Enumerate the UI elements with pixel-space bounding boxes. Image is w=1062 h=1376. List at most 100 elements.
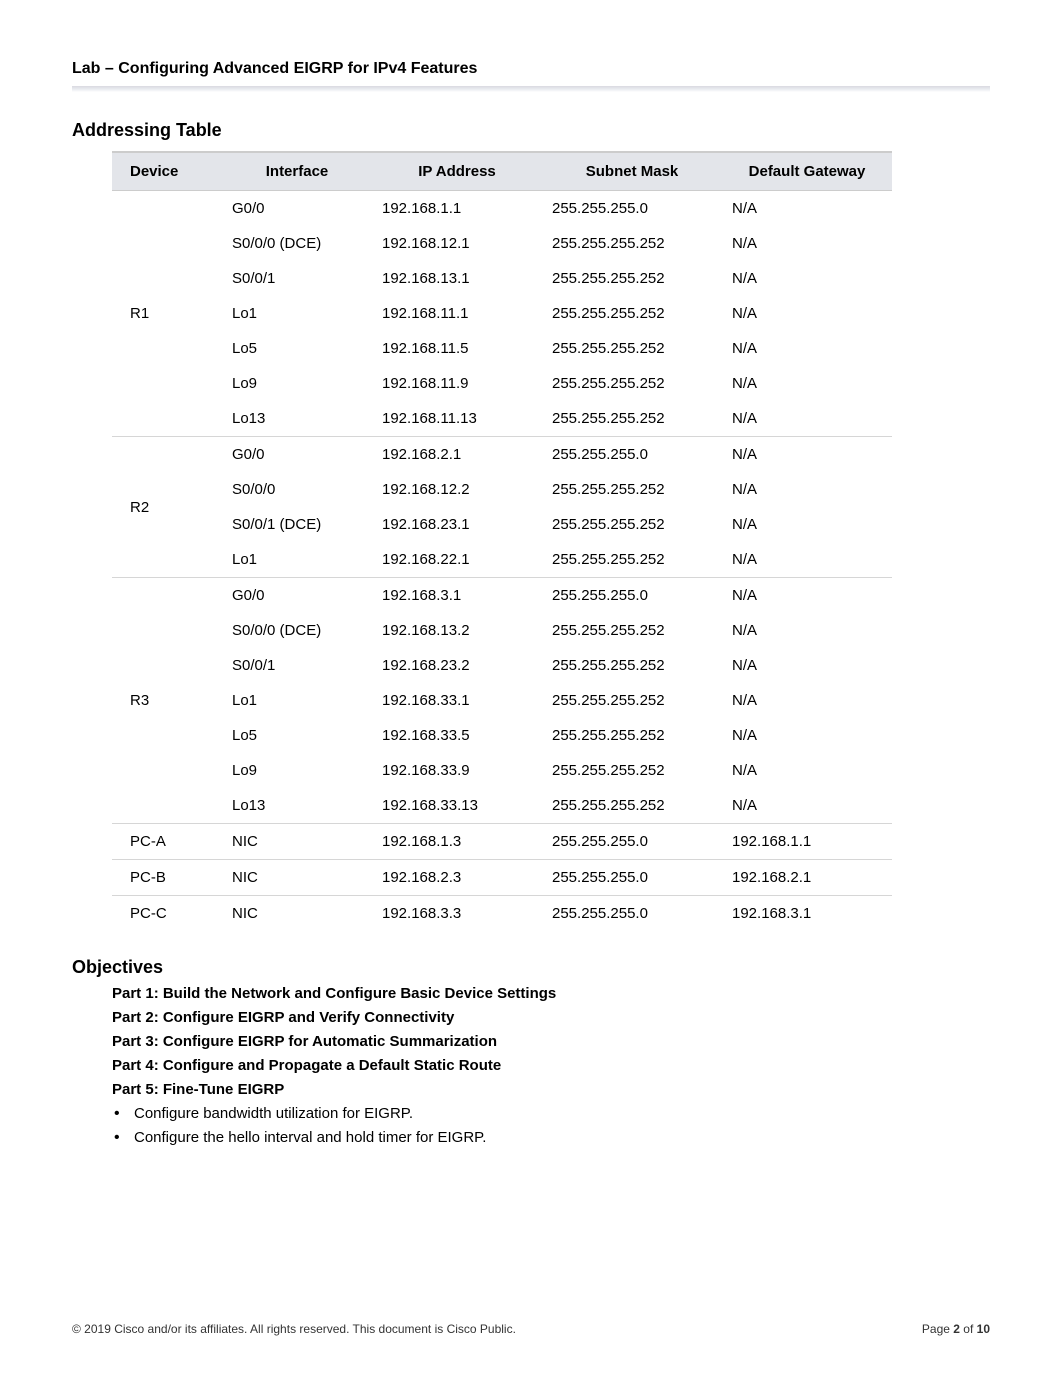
cell-interface: NIC bbox=[222, 896, 372, 932]
cell-mask: 255.255.255.252 bbox=[542, 613, 722, 648]
cell-ip: 192.168.12.1 bbox=[372, 226, 542, 261]
cell-device: R2 bbox=[112, 437, 222, 578]
cell-gateway: N/A bbox=[722, 718, 892, 753]
cell-gateway: N/A bbox=[722, 753, 892, 788]
cell-ip: 192.168.12.2 bbox=[372, 472, 542, 507]
cell-mask: 255.255.255.0 bbox=[542, 437, 722, 473]
cell-ip: 192.168.3.3 bbox=[372, 896, 542, 932]
cell-device: PC-B bbox=[112, 860, 222, 896]
cell-mask: 255.255.255.0 bbox=[542, 896, 722, 932]
cell-mask: 255.255.255.0 bbox=[542, 860, 722, 896]
table-row: Lo9192.168.11.9255.255.255.252N/A bbox=[112, 366, 892, 401]
cell-interface: Lo1 bbox=[222, 683, 372, 718]
cell-gateway: N/A bbox=[722, 683, 892, 718]
cell-ip: 192.168.33.9 bbox=[372, 753, 542, 788]
footer-page-num: 2 bbox=[953, 1322, 960, 1336]
cell-gateway: N/A bbox=[722, 191, 892, 227]
cell-interface: Lo9 bbox=[222, 753, 372, 788]
cell-mask: 255.255.255.252 bbox=[542, 648, 722, 683]
th-ip: IP Address bbox=[372, 152, 542, 191]
cell-ip: 192.168.11.5 bbox=[372, 331, 542, 366]
table-row: Lo9192.168.33.9255.255.255.252N/A bbox=[112, 753, 892, 788]
cell-interface: Lo13 bbox=[222, 401, 372, 437]
table-row: PC-BNIC192.168.2.3255.255.255.0192.168.2… bbox=[112, 860, 892, 896]
cell-interface: S0/0/1 (DCE) bbox=[222, 507, 372, 542]
table-row: S0/0/0192.168.12.2255.255.255.252N/A bbox=[112, 472, 892, 507]
cell-mask: 255.255.255.252 bbox=[542, 331, 722, 366]
cell-ip: 192.168.1.1 bbox=[372, 191, 542, 227]
cell-ip: 192.168.13.1 bbox=[372, 261, 542, 296]
cell-mask: 255.255.255.252 bbox=[542, 401, 722, 437]
cell-interface: NIC bbox=[222, 824, 372, 860]
cell-interface: G0/0 bbox=[222, 578, 372, 614]
footer-page: Page 2 of 10 bbox=[922, 1322, 990, 1336]
cell-mask: 255.255.255.252 bbox=[542, 261, 722, 296]
table-row: Lo5192.168.33.5255.255.255.252N/A bbox=[112, 718, 892, 753]
cell-ip: 192.168.33.13 bbox=[372, 788, 542, 824]
cell-interface: Lo13 bbox=[222, 788, 372, 824]
cell-gateway: N/A bbox=[722, 578, 892, 614]
cell-interface: Lo5 bbox=[222, 718, 372, 753]
objective-bullet: Configure bandwidth utilization for EIGR… bbox=[112, 1105, 990, 1122]
footer-page-of: of bbox=[960, 1322, 977, 1336]
table-body: R1G0/0192.168.1.1255.255.255.0N/AS0/0/0 … bbox=[112, 191, 892, 932]
footer-copyright: © 2019 Cisco and/or its affiliates. All … bbox=[72, 1322, 516, 1336]
table-row: Lo1192.168.11.1255.255.255.252N/A bbox=[112, 296, 892, 331]
table-row: Lo13192.168.11.13255.255.255.252N/A bbox=[112, 401, 892, 437]
table-row: S0/0/1192.168.23.2255.255.255.252N/A bbox=[112, 648, 892, 683]
table-row: PC-CNIC192.168.3.3255.255.255.0192.168.3… bbox=[112, 896, 892, 932]
footer-page-total: 10 bbox=[977, 1322, 990, 1336]
cell-gateway: N/A bbox=[722, 331, 892, 366]
cell-mask: 255.255.255.252 bbox=[542, 788, 722, 824]
cell-ip: 192.168.23.1 bbox=[372, 507, 542, 542]
cell-ip: 192.168.2.3 bbox=[372, 860, 542, 896]
cell-gateway: 192.168.3.1 bbox=[722, 896, 892, 932]
cell-interface: S0/0/0 (DCE) bbox=[222, 613, 372, 648]
cell-gateway: N/A bbox=[722, 648, 892, 683]
cell-ip: 192.168.2.1 bbox=[372, 437, 542, 473]
cell-device: R1 bbox=[112, 191, 222, 437]
cell-gateway: N/A bbox=[722, 261, 892, 296]
cell-interface: G0/0 bbox=[222, 191, 372, 227]
cell-ip: 192.168.11.13 bbox=[372, 401, 542, 437]
table-row: S0/0/0 (DCE)192.168.13.2255.255.255.252N… bbox=[112, 613, 892, 648]
cell-interface: S0/0/1 bbox=[222, 648, 372, 683]
cell-ip: 192.168.3.1 bbox=[372, 578, 542, 614]
cell-interface: Lo9 bbox=[222, 366, 372, 401]
cell-interface: Lo5 bbox=[222, 331, 372, 366]
objective-part: Part 3: Configure EIGRP for Automatic Su… bbox=[112, 1033, 990, 1050]
cell-device: PC-A bbox=[112, 824, 222, 860]
table-row: Lo1192.168.33.1255.255.255.252N/A bbox=[112, 683, 892, 718]
cell-ip: 192.168.1.3 bbox=[372, 824, 542, 860]
cell-mask: 255.255.255.252 bbox=[542, 542, 722, 578]
cell-mask: 255.255.255.252 bbox=[542, 366, 722, 401]
cell-gateway: N/A bbox=[722, 437, 892, 473]
cell-ip: 192.168.22.1 bbox=[372, 542, 542, 578]
table-row: Lo5192.168.11.5255.255.255.252N/A bbox=[112, 331, 892, 366]
cell-ip: 192.168.33.5 bbox=[372, 718, 542, 753]
cell-ip: 192.168.11.9 bbox=[372, 366, 542, 401]
cell-gateway: N/A bbox=[722, 507, 892, 542]
addressing-heading: Addressing Table bbox=[72, 120, 990, 141]
cell-mask: 255.255.255.252 bbox=[542, 226, 722, 261]
cell-gateway: 192.168.1.1 bbox=[722, 824, 892, 860]
cell-gateway: N/A bbox=[722, 401, 892, 437]
cell-gateway: N/A bbox=[722, 226, 892, 261]
cell-gateway: N/A bbox=[722, 296, 892, 331]
cell-interface: Lo1 bbox=[222, 296, 372, 331]
objective-part: Part 4: Configure and Propagate a Defaul… bbox=[112, 1057, 990, 1074]
table-row: S0/0/0 (DCE)192.168.12.1255.255.255.252N… bbox=[112, 226, 892, 261]
cell-gateway: N/A bbox=[722, 472, 892, 507]
objective-part: Part 2: Configure EIGRP and Verify Conne… bbox=[112, 1009, 990, 1026]
cell-ip: 192.168.23.2 bbox=[372, 648, 542, 683]
table-row: R2G0/0192.168.2.1255.255.255.0N/A bbox=[112, 437, 892, 473]
objectives-heading: Objectives bbox=[72, 957, 990, 978]
table-row: R3G0/0192.168.3.1255.255.255.0N/A bbox=[112, 578, 892, 614]
table-row: S0/0/1192.168.13.1255.255.255.252N/A bbox=[112, 261, 892, 296]
cell-interface: NIC bbox=[222, 860, 372, 896]
th-device: Device bbox=[112, 152, 222, 191]
cell-interface: G0/0 bbox=[222, 437, 372, 473]
page-footer: © 2019 Cisco and/or its affiliates. All … bbox=[72, 1322, 990, 1336]
lab-title: Lab – Configuring Advanced EIGRP for IPv… bbox=[72, 60, 990, 78]
cell-ip: 192.168.33.1 bbox=[372, 683, 542, 718]
